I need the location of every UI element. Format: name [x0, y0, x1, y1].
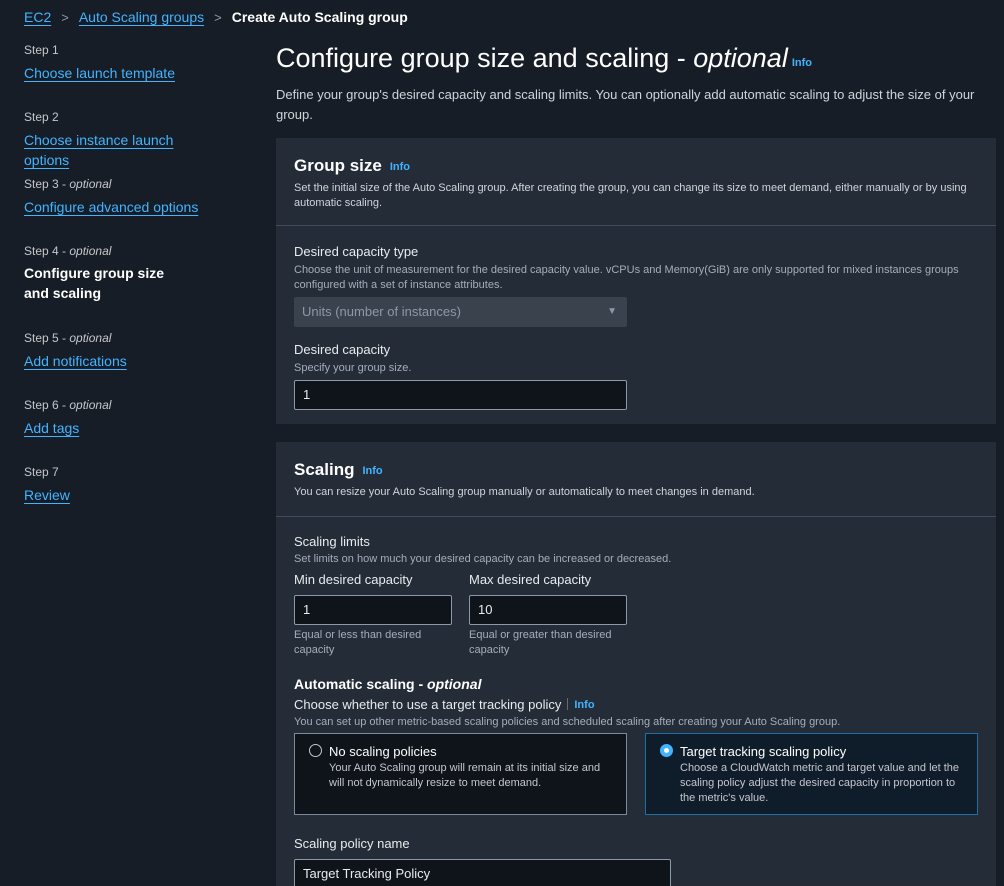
- step-2: Step 2 Choose instance launch options: [24, 109, 204, 170]
- step-current-label: Configure group size and scaling: [24, 265, 164, 301]
- max-capacity-input[interactable]: 10: [469, 595, 627, 625]
- radio-button[interactable]: [309, 744, 322, 757]
- step-number: Step 3 - optional: [24, 177, 112, 191]
- page-title: Configure group size and scaling - optio…: [276, 43, 812, 73]
- option-description: Choose a CloudWatch metric and target va…: [680, 762, 960, 804]
- automatic-scaling-title: Automatic scaling - optional: [294, 676, 482, 692]
- group-size-header: Group size Info Set the initial size of t…: [276, 138, 996, 226]
- scaling-description: You can resize your Auto Scaling group m…: [294, 486, 755, 498]
- option-title: Target tracking scaling policy: [680, 744, 847, 759]
- policy-name-label: Scaling policy name: [294, 836, 410, 851]
- step-3: Step 3 - optional Configure advanced opt…: [24, 176, 198, 217]
- group-size-description: Set the initial size of the Auto Scaling…: [294, 182, 967, 209]
- step-link-advanced-options[interactable]: Configure advanced options: [24, 197, 198, 217]
- scaling-header: Scaling Info You can resize your Auto Sca…: [276, 442, 996, 517]
- option-title: No scaling policies: [329, 744, 437, 759]
- step-link-add-notifications[interactable]: Add notifications: [24, 351, 127, 371]
- no-scaling-policies-option[interactable]: No scaling policies Your Auto Scaling gr…: [294, 733, 627, 815]
- group-size-info-link[interactable]: Info: [390, 161, 410, 173]
- scaling-info-link[interactable]: Info: [362, 465, 382, 477]
- min-capacity-input[interactable]: 1: [294, 595, 452, 625]
- step-number: Step 1: [24, 43, 59, 57]
- capacity-type-description: Choose the unit of measurement for the d…: [294, 264, 959, 291]
- desired-capacity-description: Specify your group size.: [294, 362, 412, 374]
- step-link-instance-launch-options[interactable]: Choose instance launch options: [24, 130, 204, 170]
- chevron-right-icon: >: [214, 9, 222, 25]
- group-size-panel: Group size Info Set the initial size of t…: [276, 138, 996, 424]
- capacity-type-select[interactable]: Units (number of instances) ▼: [294, 297, 627, 327]
- step-link-add-tags[interactable]: Add tags: [24, 418, 79, 438]
- max-capacity-label: Max desired capacity: [469, 572, 592, 587]
- breadcrumb-ec2-link[interactable]: EC2: [24, 9, 51, 25]
- breadcrumb: EC2 > Auto Scaling groups > Create Auto …: [24, 8, 408, 26]
- option-description: Your Auto Scaling group will remain at i…: [329, 762, 601, 789]
- step-link-choose-launch-template[interactable]: Choose launch template: [24, 63, 175, 83]
- max-capacity-hint: Equal or greater than desired capacity: [469, 629, 612, 656]
- desired-capacity-input[interactable]: 1: [294, 380, 627, 410]
- policy-choice-label: Choose whether to use a target tracking …: [294, 697, 595, 712]
- step-5: Step 5 - optional Add notifications: [24, 330, 127, 371]
- scaling-title: Scaling Info: [294, 460, 383, 479]
- step-link-review[interactable]: Review: [24, 485, 70, 505]
- step-number: Step 7: [24, 465, 59, 479]
- divider: [567, 698, 569, 710]
- caret-down-icon: ▼: [607, 306, 617, 317]
- page-info-link[interactable]: Info: [792, 57, 812, 69]
- radio-button-selected[interactable]: [660, 744, 673, 757]
- policy-choice-description: You can set up other metric-based scalin…: [294, 716, 841, 728]
- policy-name-input[interactable]: Target Tracking Policy: [294, 859, 671, 886]
- step-6: Step 6 - optional Add tags: [24, 397, 111, 438]
- step-number: Step 4 - optional: [24, 244, 112, 258]
- desired-capacity-label: Desired capacity: [294, 342, 391, 357]
- breadcrumb-asg-link[interactable]: Auto Scaling groups: [79, 9, 204, 25]
- group-size-title: Group size Info: [294, 156, 411, 175]
- step-1: Step 1 Choose launch template: [24, 42, 175, 83]
- scaling-limits-label: Scaling limits: [294, 534, 370, 549]
- min-capacity-label: Min desired capacity: [294, 572, 413, 587]
- step-7: Step 7 Review: [24, 464, 70, 505]
- target-tracking-policy-option[interactable]: Target tracking scaling policy Choose a …: [645, 733, 978, 815]
- capacity-type-label: Desired capacity type: [294, 244, 419, 259]
- step-number: Step 6 - optional: [24, 398, 112, 412]
- main-content: Configure group size and scaling - optio…: [276, 40, 996, 125]
- breadcrumb-current: Create Auto Scaling group: [231, 9, 408, 25]
- policy-choice-info-link[interactable]: Info: [574, 699, 594, 711]
- page-description: Define your group's desired capacity and…: [276, 87, 975, 122]
- chevron-right-icon: >: [61, 9, 69, 25]
- min-capacity-hint: Equal or less than desired capacity: [294, 629, 422, 656]
- step-4: Step 4 - optional Configure group size a…: [24, 243, 184, 303]
- scaling-limits-description: Set limits on how much your desired capa…: [294, 553, 672, 565]
- step-number: Step 5 - optional: [24, 331, 112, 345]
- step-number: Step 2: [24, 110, 59, 124]
- scaling-panel: Scaling Info You can resize your Auto Sca…: [276, 442, 996, 886]
